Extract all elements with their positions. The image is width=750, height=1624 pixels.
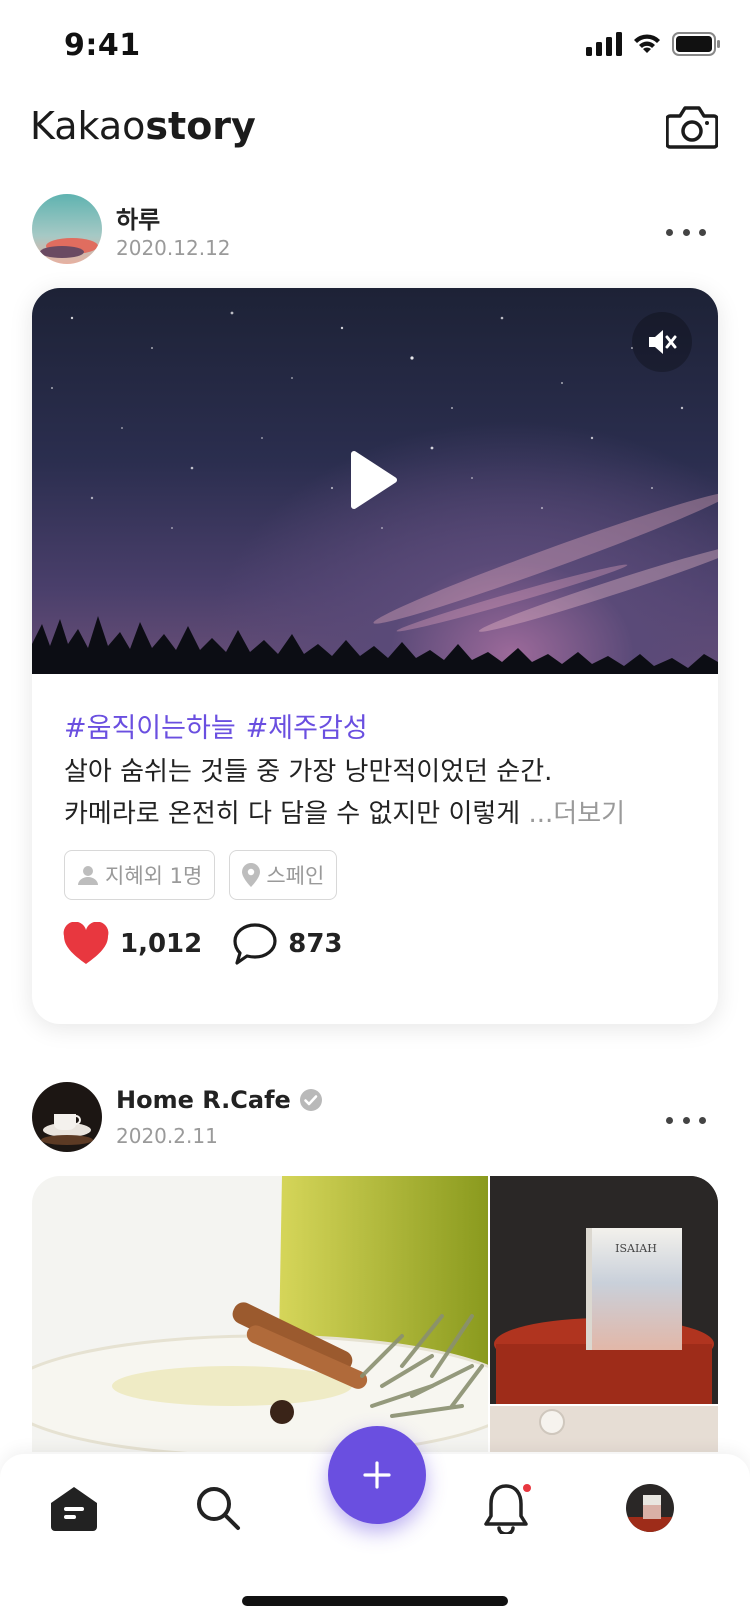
author-avatar[interactable] — [32, 194, 102, 264]
book-title: ISAIAH — [615, 1242, 657, 1255]
add-post-button[interactable] — [328, 1426, 426, 1524]
book-photo[interactable]: ISAIAH — [490, 1176, 718, 1404]
post-stats: 1,012 873 — [62, 922, 343, 966]
post-date: 2020.12.12 — [116, 236, 231, 260]
see-more-link[interactable]: ...더보기 — [529, 799, 626, 829]
camera-icon — [665, 106, 719, 149]
treeline-silhouette — [32, 616, 718, 674]
book-image: ISAIAH — [490, 1176, 718, 1404]
app-title: Kakaostory — [30, 104, 256, 148]
person-icon — [78, 866, 98, 885]
profile-avatar — [626, 1484, 674, 1532]
tagged-people-chip[interactable]: 지혜외 1명 — [64, 850, 216, 900]
location-pin-icon — [242, 863, 261, 887]
status-icons — [586, 32, 720, 56]
hashtag-link[interactable]: #움직이는하늘 — [64, 713, 236, 744]
post-caption: 살아 숨쉬는 것들 중 가장 낭만적이었던 순간. 카메라로 온전히 다 담을 … — [64, 751, 694, 835]
app-title-bold: story — [145, 104, 256, 148]
home-icon — [51, 1487, 97, 1531]
nav-search[interactable] — [190, 1480, 246, 1536]
hashtag-link[interactable]: #제주감성 — [246, 713, 368, 744]
hashtags: #움직이는하늘 #제주감성 — [64, 706, 694, 745]
author-avatar[interactable] — [32, 1082, 102, 1152]
like-count: 1,012 — [120, 929, 203, 959]
dot — [682, 228, 690, 236]
location-label: 스페인 — [266, 864, 325, 888]
photo-grid[interactable]: ISAIAH — [32, 1176, 718, 1452]
tea-photo[interactable] — [32, 1176, 488, 1452]
comment-count: 873 — [288, 929, 343, 959]
home-indicator — [242, 1596, 508, 1606]
clock-image — [490, 1406, 718, 1452]
tag-chips: 지혜외 1명 스페인 — [64, 850, 338, 900]
sunset-avatar-image — [32, 194, 102, 264]
battery-icon — [672, 32, 720, 56]
location-chip[interactable]: 스페인 — [229, 850, 338, 900]
play-icon[interactable] — [344, 448, 404, 512]
clock-photo[interactable] — [490, 1406, 718, 1452]
dot — [682, 1116, 690, 1124]
author-name-row: Home R.Cafe — [116, 1086, 323, 1114]
camera-button[interactable] — [665, 104, 719, 152]
author-name[interactable]: Home R.Cafe — [116, 1086, 291, 1114]
dot — [699, 228, 706, 236]
comment-icon[interactable] — [232, 922, 278, 966]
tagged-people-label: 지혜외 1명 — [105, 864, 203, 888]
post-date: 2020.2.11 — [116, 1124, 218, 1148]
tea-cup-image — [32, 1176, 488, 1452]
caption-line: 카메라로 온전히 다 담을 수 없지만 이렇게 ...더보기 — [64, 793, 694, 835]
nav-home[interactable] — [46, 1480, 102, 1536]
dot — [666, 1116, 673, 1124]
post-content: #움직이는하늘 #제주감성 살아 숨쉬는 것들 중 가장 낭만적이었던 순간. 카… — [64, 706, 694, 835]
speaker-muted-icon — [649, 330, 677, 354]
more-options-button[interactable] — [666, 222, 706, 242]
add-icon — [363, 1461, 391, 1489]
notification-dot — [523, 1484, 531, 1492]
wifi-icon — [634, 34, 660, 53]
caption-line: 살아 숨쉬는 것들 중 가장 낭만적이었던 순간. — [64, 757, 553, 787]
verified-badge-icon — [299, 1089, 322, 1111]
mute-button[interactable] — [632, 312, 692, 372]
caption-line-text: 카메라로 온전히 다 담을 수 없지만 이렇게 — [64, 799, 529, 829]
dot — [666, 228, 673, 236]
heart-icon[interactable] — [62, 922, 110, 966]
post-card: #움직이는하늘 #제주감성 살아 숨쉬는 것들 중 가장 낭만적이었던 순간. 카… — [32, 288, 718, 1024]
video-player[interactable] — [32, 288, 718, 674]
nav-notifications[interactable] — [478, 1480, 534, 1536]
nav-profile[interactable] — [622, 1480, 678, 1536]
app-title-light: Kakao — [30, 104, 146, 148]
search-icon — [197, 1487, 240, 1530]
more-options-button[interactable] — [666, 1110, 706, 1130]
status-time: 9:41 — [64, 28, 141, 63]
bell-icon — [484, 1484, 531, 1534]
coffee-avatar-image — [32, 1082, 102, 1152]
cellular-signal-icon — [586, 32, 622, 56]
dot — [699, 1116, 706, 1124]
author-name[interactable]: 하루 — [116, 200, 160, 235]
